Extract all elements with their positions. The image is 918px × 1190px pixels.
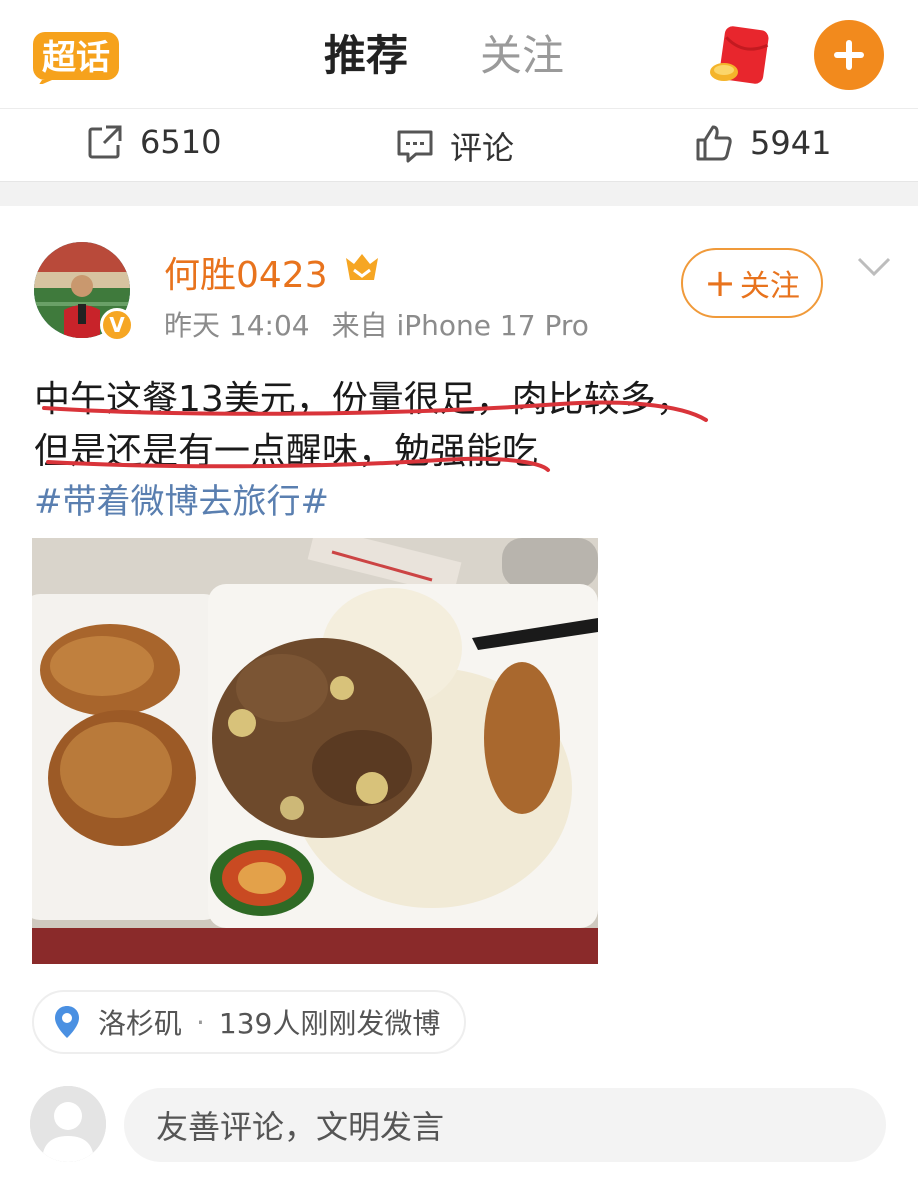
super-topic-logo[interactable]: 超话 <box>32 28 120 84</box>
current-user-avatar[interactable] <box>30 1086 106 1162</box>
location-chip[interactable]: 洛杉矶 · 139人刚刚发微博 <box>32 990 467 1054</box>
repost-button[interactable]: 6510 <box>86 123 221 161</box>
location-pin-icon <box>55 1006 79 1038</box>
svg-text:超话: 超话 <box>42 38 110 78</box>
like-button[interactable]: 5941 <box>694 123 831 163</box>
location-activity: 139人刚刚发微博 <box>218 1007 441 1040</box>
repost-icon <box>88 125 122 159</box>
previous-post-actions: 6510 评论 5941 <box>0 109 918 181</box>
comment-label: 评论 <box>450 129 515 167</box>
like-count: 5941 <box>750 124 832 162</box>
post-text-line-1: 中午这餐13美元，份量很足，肉比较多， <box>34 379 692 420</box>
thumbs-up-icon <box>696 125 732 161</box>
post-meta: 昨天 14:04 来自 iPhone 17 Pro <box>164 304 589 344</box>
plus-icon <box>834 40 864 70</box>
separator-dot: · <box>196 1005 205 1039</box>
red-packet-icon[interactable] <box>708 26 774 88</box>
default-avatar-icon <box>30 1086 106 1162</box>
comment-placeholder: 友善评论，文明发言 <box>156 1108 445 1146</box>
feed-divider <box>0 181 918 206</box>
food-photo-image <box>32 538 598 964</box>
tab-recommended[interactable]: 推荐 <box>324 30 408 88</box>
create-post-button[interactable] <box>814 20 884 90</box>
location-name: 洛杉矶 <box>98 1007 183 1040</box>
author-name[interactable]: 何胜0423 <box>164 246 328 298</box>
plus-icon: + <box>704 261 736 305</box>
top-bar: 超话 推荐 关注 <box>0 0 918 109</box>
comment-button[interactable]: 评论 <box>396 123 514 169</box>
post-time: 昨天 14:04 <box>164 309 310 342</box>
post-text-line-2: 但是还是有一点醒味，勉强能吃 <box>34 431 539 472</box>
comment-input[interactable]: 友善评论，文明发言 <box>124 1088 886 1162</box>
post-source: 来自 iPhone 17 Pro <box>331 309 589 342</box>
follow-label: 关注 <box>739 269 800 304</box>
verified-badge: V <box>100 308 134 342</box>
comment-icon <box>397 130 433 163</box>
topic-hashtag-link[interactable]: #带着微博去旅行# <box>34 474 329 523</box>
chevron-down-icon[interactable] <box>856 256 892 278</box>
tab-following[interactable]: 关注 <box>480 30 564 82</box>
post-photo[interactable] <box>32 538 598 964</box>
follow-button[interactable]: + 关注 <box>681 248 823 318</box>
fan-medal-icon[interactable] <box>342 250 382 284</box>
repost-count: 6510 <box>140 123 222 161</box>
